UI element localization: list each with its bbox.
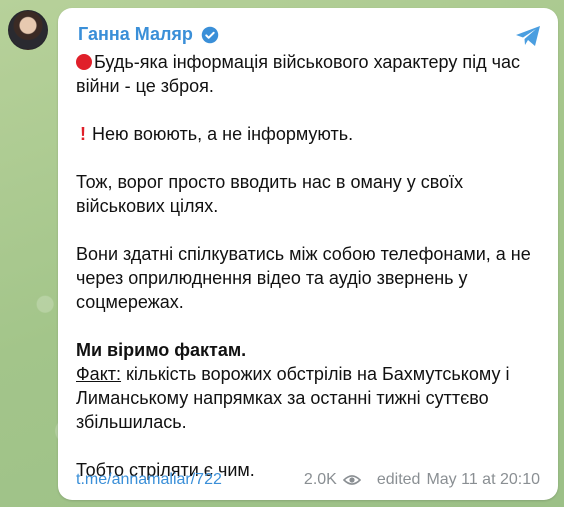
message-footer: t.me/annamaliar/722 2.0K edited May 11 a… bbox=[76, 468, 540, 492]
post-link[interactable]: t.me/annamaliar/722 bbox=[76, 471, 222, 489]
avatar[interactable] bbox=[8, 10, 48, 50]
message-meta: 2.0K edited May 11 at 20:10 bbox=[304, 471, 540, 489]
fact-label: Факт: bbox=[76, 364, 122, 384]
edited-label: edited bbox=[376, 471, 421, 488]
paragraph-4: Вони здатні спілкуватись між собою телеф… bbox=[76, 244, 531, 312]
verified-badge-icon bbox=[201, 26, 219, 43]
message-date: May 11 at 20:10 bbox=[426, 471, 540, 488]
author-name[interactable]: Ганна Маляр bbox=[78, 24, 193, 45]
message-text: Будь-яка інформація військового характер… bbox=[76, 50, 546, 482]
paragraph-5: Ми віримо фактам. Факт: кількість ворожих… bbox=[76, 338, 546, 434]
paragraph-2: ! Нею воюють, а не інформують. bbox=[80, 124, 354, 144]
exclamation-emoji: ! bbox=[80, 124, 86, 144]
bold-statement: Ми віримо фактам. bbox=[76, 340, 247, 360]
message-header: Ганна Маляр bbox=[78, 24, 219, 45]
fact-text: кількість ворожих обстрілів на Бахмутськ… bbox=[76, 364, 510, 432]
paragraph-3: Тож, ворог просто вводить нас в оману у … bbox=[76, 172, 464, 216]
red-circle-emoji bbox=[76, 54, 92, 70]
message-bubble: Ганна Маляр Будь-яка інформація військов… bbox=[58, 8, 558, 500]
paragraph-1: Будь-яка інформація військового характер… bbox=[76, 52, 520, 96]
telegram-share-icon[interactable] bbox=[514, 24, 542, 48]
view-count: 2.0K bbox=[303, 471, 337, 488]
eye-icon bbox=[342, 475, 361, 485]
